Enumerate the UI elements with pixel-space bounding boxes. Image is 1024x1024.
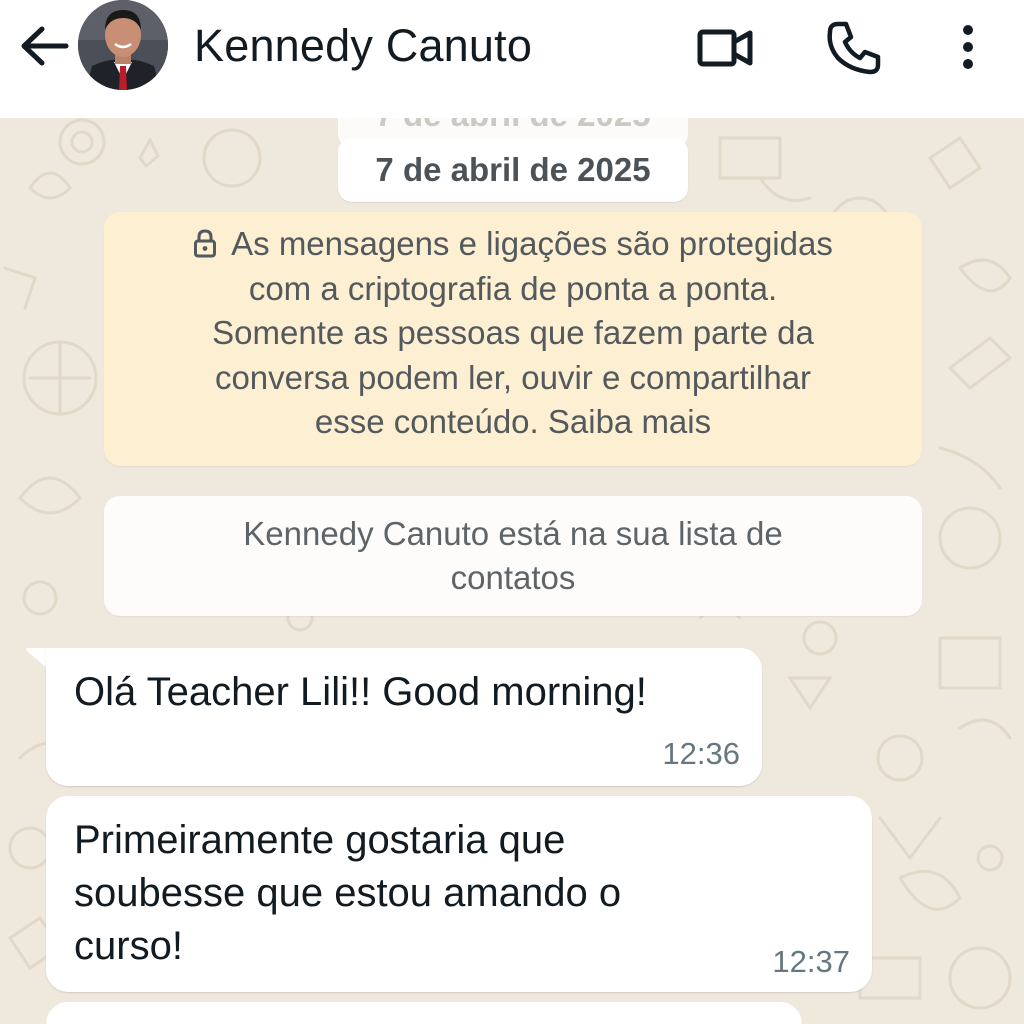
message-text-line-2: soubesse que estou amando o [74,871,622,915]
lock-icon [194,229,217,258]
avatar[interactable] [78,0,168,90]
encryption-line-3: Somente as pessoas que fazem parte da [212,314,814,351]
message-bubble-incoming-partial[interactable] [46,1002,802,1024]
message-text-line-1: Primeiramente gostaria que [74,818,566,862]
contact-list-notice: Kennedy Canuto está na sua lista de cont… [104,496,922,616]
encryption-line-1: As mensagens e ligações são protegidas [231,225,833,262]
video-call-icon [697,29,753,67]
message-text: Olá Teacher Lili!! Good morning! [74,670,647,714]
voice-call-button[interactable] [824,18,884,78]
video-call-button[interactable] [696,18,756,78]
encryption-line-4: conversa podem ler, ouvir e compartilhar [214,358,812,396]
contact-name[interactable]: Kennedy Canuto [194,20,532,72]
date-chip: 7 de abril de 2025 [338,138,688,202]
message-timestamp: 12:37 [772,944,850,979]
contact-notice-line-1: Kennedy Canuto está na sua lista de [243,515,783,552]
message-bubble-incoming[interactable]: Primeiramente gostaria que soubesse que … [46,796,872,992]
contact-notice-line-2: contatos [450,559,576,596]
message-text-line-3: curso! [74,924,183,968]
more-options-button[interactable] [938,18,998,78]
chat-header: Kennedy Canuto [0,0,1024,118]
encryption-line-5: esse conteúdo. Saiba mais [314,403,712,440]
phone-call-icon [827,21,881,75]
message-timestamp: 12:36 [662,736,740,771]
message-bubble-incoming[interactable]: Olá Teacher Lili!! Good morning! 12:36 [46,648,762,786]
encryption-line-2: com a criptografia de ponta a ponta. [248,269,778,307]
arrow-back-icon [21,26,69,66]
back-button[interactable] [18,24,70,68]
more-vertical-icon [963,25,973,69]
chat-area[interactable]: 7 de abril de 2025 7 de abril de 2025 As… [0,118,1024,1024]
encryption-notice[interactable]: As mensagens e ligações são protegidas c… [104,212,922,466]
